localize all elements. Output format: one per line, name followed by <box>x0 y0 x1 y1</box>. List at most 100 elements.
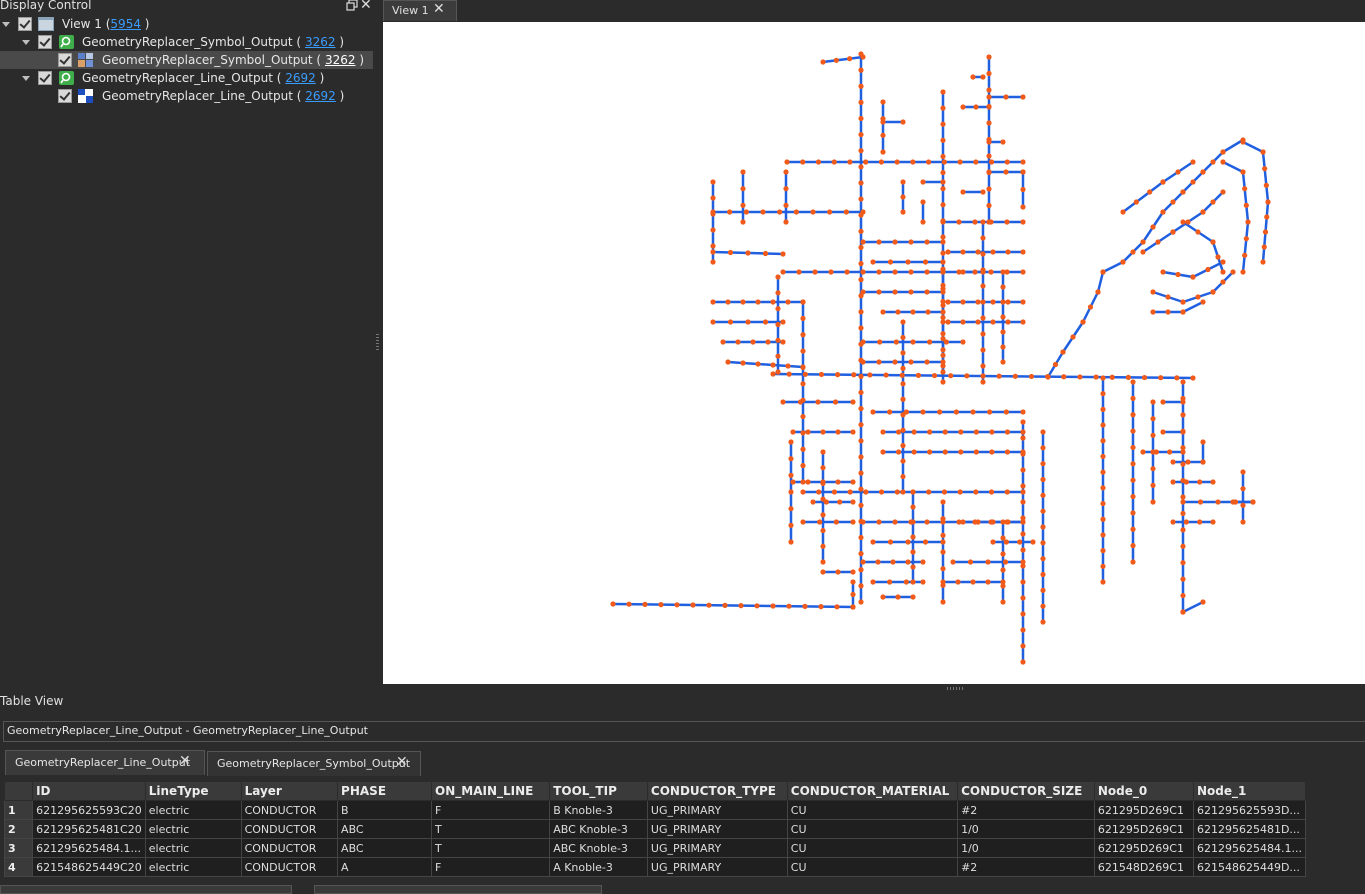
count-link[interactable]: 2692 <box>285 71 316 85</box>
table-cell[interactable]: #2 <box>957 857 1095 877</box>
count-link[interactable]: 3262 <box>325 53 356 67</box>
table-cell[interactable]: 621295625593D... <box>1192 800 1307 820</box>
column-header[interactable]: CONDUCTOR_TYPE <box>646 781 788 801</box>
horizontal-splitter[interactable] <box>0 684 1365 694</box>
table-cell[interactable]: 621295D269C1 <box>1093 838 1194 858</box>
chevron-down-icon[interactable] <box>2 22 10 27</box>
table-cell[interactable]: A Knoble-3 <box>549 857 648 877</box>
table-cell[interactable]: B <box>337 800 433 820</box>
chevron-down-icon[interactable] <box>22 40 30 45</box>
tree-item-view[interactable]: View 1 (5954 ) <box>0 15 374 33</box>
row-number-header[interactable] <box>3 781 34 801</box>
table-cell[interactable]: 621295D269C1 <box>1093 819 1194 839</box>
table-cell[interactable]: CU <box>786 819 959 839</box>
visibility-checkbox[interactable] <box>38 35 52 49</box>
close-tab-icon[interactable]: ✕ <box>396 754 408 770</box>
tab-line-output[interactable]: GeometryReplacer_Line_Output ✕ <box>5 750 205 775</box>
table-cell[interactable]: F <box>431 857 551 877</box>
chevron-down-icon[interactable] <box>22 76 30 81</box>
column-header[interactable]: CONDUCTOR_SIZE <box>957 781 1095 801</box>
splitter-grip-icon[interactable] <box>947 687 965 690</box>
table-cell[interactable]: UG_PRIMARY <box>646 838 788 858</box>
table-cell[interactable]: T <box>431 838 551 858</box>
table-row[interactable]: 3 621295625484.1... electric CONDUCTOR ABC T A… <box>3 838 1307 858</box>
table-cell[interactable]: ABC <box>337 838 433 858</box>
count-link[interactable]: 5954 <box>110 17 141 31</box>
table-cell[interactable]: 621295625593C20 <box>32 800 146 820</box>
table-cell[interactable]: electric <box>144 857 242 877</box>
column-header[interactable]: ID <box>32 781 146 801</box>
column-header[interactable]: Node_0 <box>1093 781 1194 801</box>
visibility-checkbox[interactable] <box>58 53 72 67</box>
network-node <box>800 489 806 495</box>
row-number[interactable]: 4 <box>3 857 34 877</box>
column-header[interactable]: LineType <box>144 781 242 801</box>
column-header[interactable]: PHASE <box>337 781 433 801</box>
row-number[interactable]: 2 <box>3 819 34 839</box>
table-cell[interactable]: ABC Knoble-3 <box>549 838 648 858</box>
table-cell[interactable]: #2 <box>957 800 1095 820</box>
close-tab-icon[interactable]: ✕ <box>433 1 445 17</box>
table-cell[interactable]: CU <box>786 800 959 820</box>
table-cell[interactable]: CU <box>786 838 959 858</box>
splitter-grip-icon[interactable] <box>376 334 379 350</box>
network-node <box>960 269 966 275</box>
table-cell[interactable]: 1/0 <box>957 838 1095 858</box>
network-map[interactable] <box>383 22 1365 684</box>
visibility-checkbox[interactable] <box>58 89 72 103</box>
table-row[interactable]: 4 621548625449C20 electric CONDUCTOR A F A Kno… <box>3 857 1307 877</box>
table-cell[interactable]: CONDUCTOR <box>240 819 339 839</box>
column-header[interactable]: Node_1 <box>1192 781 1307 801</box>
network-node <box>1180 576 1186 582</box>
table-row[interactable]: 2 621295625481C20 electric CONDUCTOR ABC T ABC… <box>3 819 1307 839</box>
table-cell[interactable]: UG_PRIMARY <box>646 857 788 877</box>
table-cell[interactable]: CONDUCTOR <box>240 857 339 877</box>
table-cell[interactable]: UG_PRIMARY <box>646 800 788 820</box>
table-cell[interactable]: 621548D269C1 <box>1093 857 1194 877</box>
table-cell[interactable]: CONDUCTOR <box>240 800 339 820</box>
table-cell[interactable]: F <box>431 800 551 820</box>
table-row[interactable]: 1 621295625593C20 electric CONDUCTOR B F B Kno… <box>3 800 1307 820</box>
column-header[interactable]: TOOL_TIP <box>549 781 648 801</box>
table-cell[interactable]: 621295625481C20 <box>32 819 146 839</box>
visibility-checkbox[interactable] <box>38 71 52 85</box>
table-cell[interactable]: 621548625449D... <box>1192 857 1307 877</box>
table-cell[interactable]: CU <box>786 857 959 877</box>
table-cell[interactable]: 621295625484.1... <box>32 838 146 858</box>
float-panel-icon[interactable] <box>346 0 358 11</box>
table-cell[interactable]: electric <box>144 838 242 858</box>
table-cell[interactable]: 621295625484.1... <box>1192 838 1307 858</box>
count-link[interactable]: 3262 <box>305 35 336 49</box>
table-cell[interactable]: UG_PRIMARY <box>646 819 788 839</box>
table-cell[interactable]: B Knoble-3 <box>549 800 648 820</box>
visibility-checkbox[interactable] <box>18 17 32 31</box>
close-tab-icon[interactable]: ✕ <box>179 753 191 769</box>
table-cell[interactable]: 1/0 <box>957 819 1095 839</box>
tab-symbol-output[interactable]: GeometryReplacer_Symbol_Output ✕ <box>207 751 421 776</box>
table-cell[interactable]: electric <box>144 819 242 839</box>
table-cell[interactable]: 621295D269C1 <box>1093 800 1194 820</box>
column-header[interactable]: Layer <box>240 781 339 801</box>
tab-view-1[interactable]: View 1 ✕ <box>383 0 457 21</box>
horizontal-scrollbar[interactable] <box>314 885 602 894</box>
table-cell[interactable]: 621548625449C20 <box>32 857 146 877</box>
row-number[interactable]: 3 <box>3 838 34 858</box>
tree-item-symbol-layer[interactable]: GeometryReplacer_Symbol_Output ( 3262 ) <box>0 51 373 69</box>
column-header[interactable]: CONDUCTOR_MATERIAL <box>786 781 959 801</box>
tree-item-line-layer-group[interactable]: GeometryReplacer_Line_Output ( 2692 ) <box>0 69 374 87</box>
table-cell[interactable]: electric <box>144 800 242 820</box>
row-number[interactable]: 1 <box>3 800 34 820</box>
tree-item-symbol-layer-group[interactable]: GeometryReplacer_Symbol_Output ( 3262 ) <box>0 33 374 51</box>
table-cell[interactable]: ABC Knoble-3 <box>549 819 648 839</box>
table-cell[interactable]: T <box>431 819 551 839</box>
table-cell[interactable]: A <box>337 857 433 877</box>
column-header[interactable]: ON_MAIN_LINE <box>431 781 551 801</box>
table-cell[interactable]: 621295625481D... <box>1192 819 1307 839</box>
horizontal-scrollbar[interactable] <box>0 885 292 894</box>
map-canvas[interactable] <box>383 22 1365 684</box>
tree-item-line-layer[interactable]: GeometryReplacer_Line_Output ( 2692 ) <box>0 87 374 105</box>
table-cell[interactable]: CONDUCTOR <box>240 838 339 858</box>
table-cell[interactable]: ABC <box>337 819 433 839</box>
close-panel-icon[interactable]: ✕ <box>360 0 372 13</box>
count-link[interactable]: 2692 <box>305 89 336 103</box>
